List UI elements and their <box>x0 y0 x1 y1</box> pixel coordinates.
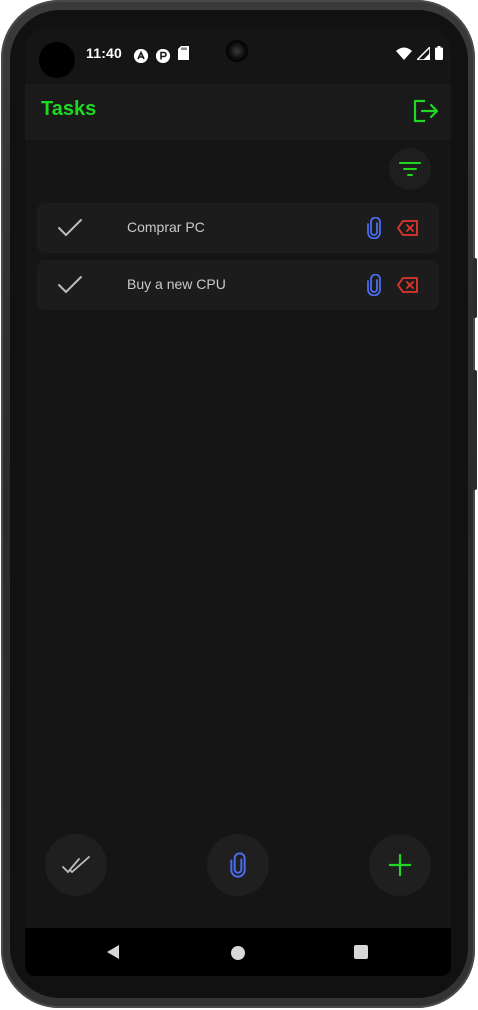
paperclip-icon <box>367 216 381 240</box>
nav-home-button[interactable] <box>231 946 245 960</box>
page-title: Tasks <box>41 98 97 120</box>
task-done-toggle[interactable] <box>57 272 83 298</box>
power-button <box>473 258 477 318</box>
a-notification-icon <box>134 48 148 63</box>
double-check-icon <box>62 856 90 874</box>
paperclip-icon <box>367 273 381 297</box>
status-time: 11:40 <box>86 45 123 61</box>
nav-recents-button[interactable] <box>354 945 368 959</box>
attach-button[interactable] <box>365 273 383 297</box>
battery-icon <box>435 46 443 65</box>
nav-back-button[interactable] <box>105 944 121 965</box>
task-list: Comprar PC Buy a new CPU <box>37 203 439 317</box>
signal-icon <box>415 44 431 65</box>
attachments-button[interactable] <box>207 834 269 896</box>
task-title: Buy a new CPU <box>127 276 226 292</box>
delete-button[interactable] <box>397 219 419 237</box>
wifi-icon <box>396 47 412 65</box>
check-icon <box>58 276 82 294</box>
task-row[interactable]: Comprar PC <box>37 203 439 253</box>
status-bar: 11:40 <box>25 28 451 84</box>
notification-icons <box>134 46 189 65</box>
p-notification-icon <box>156 48 170 63</box>
task-row[interactable]: Buy a new CPU <box>37 260 439 310</box>
mark-all-done-button[interactable] <box>45 834 107 896</box>
delete-icon <box>397 220 418 236</box>
app-bar: Tasks <box>25 84 451 140</box>
system-nav-bar <box>25 928 451 976</box>
filter-icon <box>399 162 421 176</box>
front-sensor <box>39 42 75 78</box>
system-icons <box>396 44 443 65</box>
filter-button[interactable] <box>389 148 431 190</box>
camera-icon <box>226 40 248 62</box>
attach-button[interactable] <box>365 216 383 240</box>
sd-card-icon <box>178 46 189 65</box>
add-task-button[interactable] <box>369 834 431 896</box>
logout-icon <box>413 99 439 123</box>
delete-button[interactable] <box>397 276 419 294</box>
volume-button <box>473 370 477 490</box>
delete-icon <box>397 277 418 293</box>
task-done-toggle[interactable] <box>57 215 83 241</box>
check-icon <box>58 219 82 237</box>
paperclip-icon <box>230 852 246 878</box>
screen: 11:40 Tasks Comprar PC Buy a new CPU <box>25 28 451 976</box>
back-icon <box>107 945 119 959</box>
task-title: Comprar PC <box>127 219 205 235</box>
logout-button[interactable] <box>411 96 441 126</box>
device-frame: 11:40 Tasks Comprar PC Buy a new CPU <box>1 0 477 1008</box>
add-icon <box>389 854 411 876</box>
